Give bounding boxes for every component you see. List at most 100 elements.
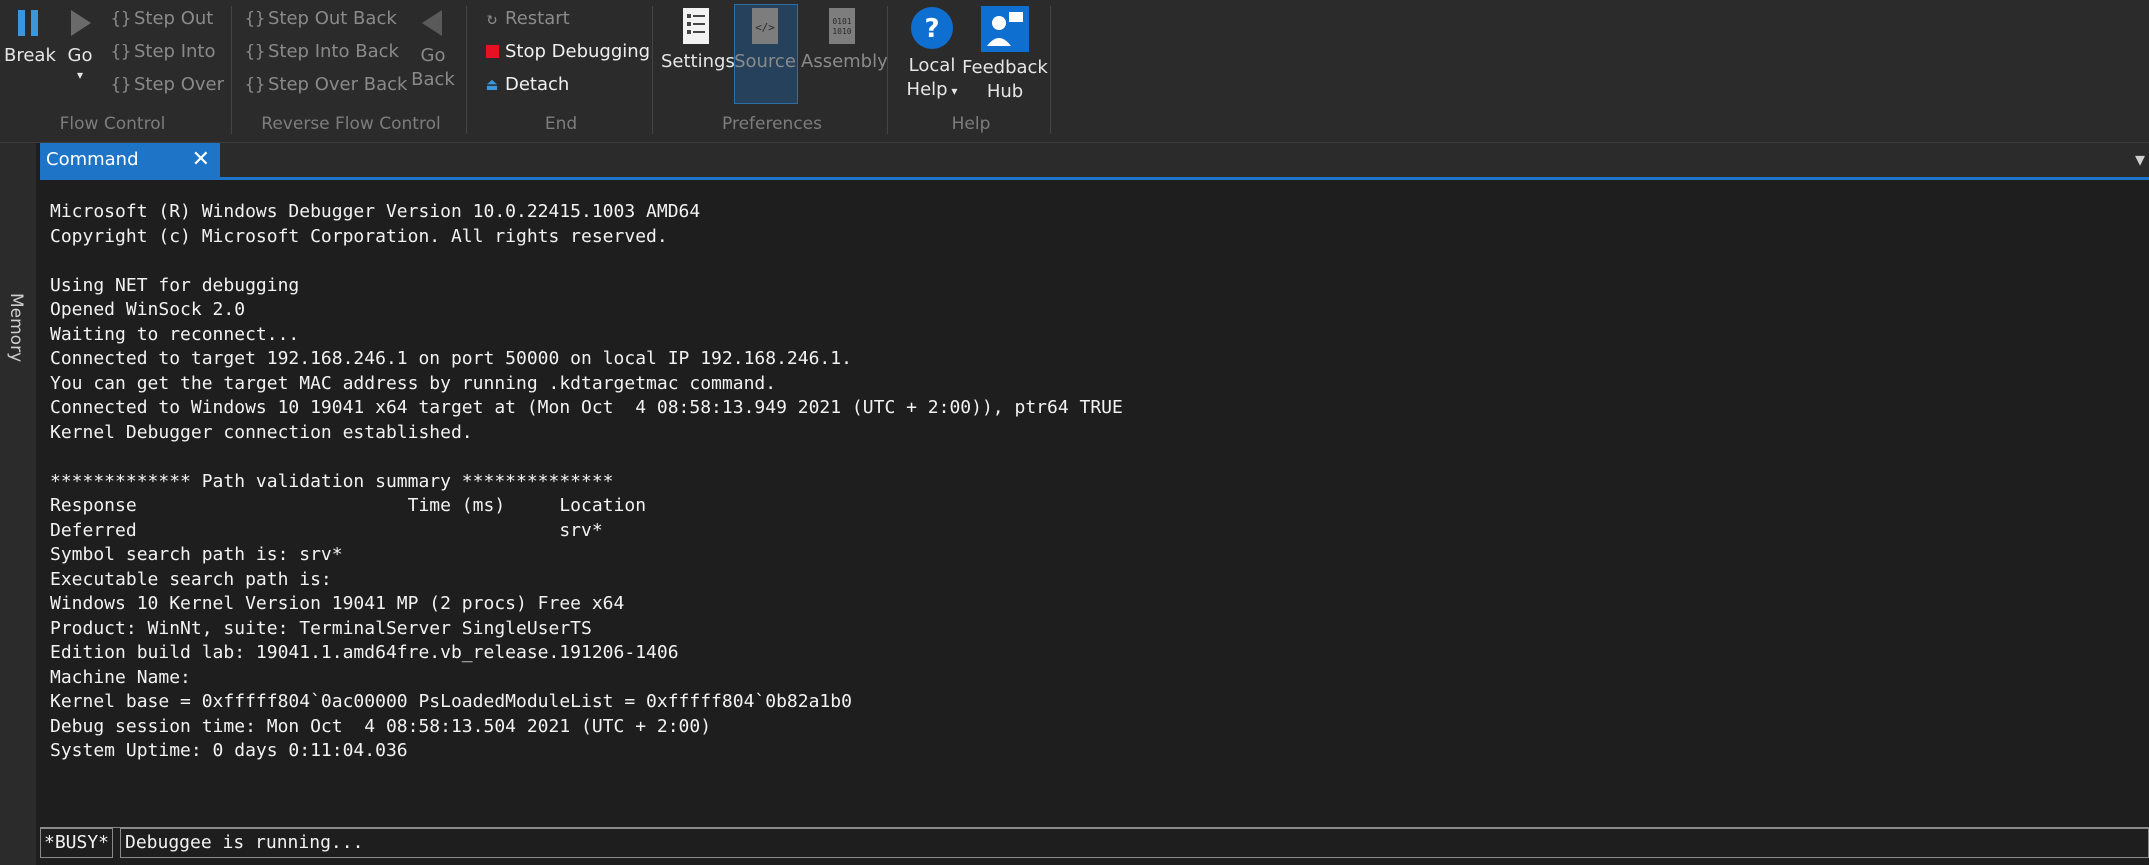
step-over-label: Step Over [134, 74, 224, 95]
step-out-button[interactable]: {} Step Out [108, 4, 214, 34]
reverse-flow-group: {} Step Out Back {} Step Into Back {} Step … [236, 0, 466, 142]
help-group: ? Local Help ▾ Feedback Hub Help [892, 0, 1050, 142]
output-line: ************* Path validation summary **… [50, 470, 614, 492]
step-out-icon: {} [110, 9, 132, 29]
preferences-label: Preferences [722, 114, 822, 134]
svg-text:1010: 1010 [832, 27, 851, 36]
output-line: Using NET for debugging [50, 274, 300, 296]
restart-icon: ↻ [486, 9, 498, 29]
restart-button[interactable]: ↻ Restart [479, 4, 570, 34]
group-divider [652, 6, 653, 134]
step-over-back-button[interactable]: {} Step Over Back [242, 70, 408, 100]
tab-command-label: Command [46, 149, 139, 170]
stop-debugging-button[interactable]: Stop Debugging [479, 37, 650, 67]
svg-text:0101: 0101 [832, 17, 851, 26]
output-line: System Uptime: 0 days 0:11:04.036 [50, 740, 408, 761]
output-line: Symbol search path is: srv* [50, 544, 343, 565]
output-line: Connected to Windows 10 19041 x64 target… [50, 397, 1123, 418]
break-label: Break [4, 45, 56, 66]
step-out-back-label: Step Out Back [268, 8, 397, 29]
output-line: Debug session time: Mon Oct 4 08:58:13.5… [50, 715, 712, 737]
output-line: Copyright (c) Microsoft Corporation. All… [50, 225, 668, 247]
output-line: Waiting to reconnect... [50, 323, 300, 345]
break-button[interactable]: Break [4, 6, 56, 68]
flow-control-label: Flow Control [59, 114, 166, 134]
svg-text:</>: </> [755, 21, 775, 34]
assembly-button[interactable]: 0101 1010 Assembly [801, 6, 888, 74]
group-divider [887, 6, 888, 134]
output-line: Kernel base = 0xfffff804`0ac00000 PsLoad… [50, 691, 852, 712]
assembly-binary-icon: 0101 1010 [829, 8, 855, 44]
stop-icon [479, 37, 505, 67]
group-divider [1050, 6, 1051, 134]
settings-list-icon [683, 8, 709, 44]
output-line: Response Time (ms) Location [50, 495, 647, 516]
step-out-label: Step Out [134, 8, 214, 29]
eject-icon: ⏏ [486, 75, 498, 95]
go-back-label-line2: Back [411, 69, 455, 90]
local-help-label-line2: Help [906, 79, 948, 100]
output-line: Edition build lab: 19041.1.amd64fre.vb_r… [50, 642, 679, 663]
step-into-back-label: Step Into Back [268, 41, 399, 62]
command-input[interactable]: Debuggee is running... [120, 828, 2149, 858]
help-group-label: Help [951, 114, 991, 134]
busy-indicator: *BUSY* [40, 828, 114, 858]
step-out-back-button[interactable]: {} Step Out Back [242, 4, 397, 34]
local-help-label-line1: Local [908, 55, 956, 76]
flow-control-group: Break Go ▾ {} Step Out {} Step Into {} Step… [0, 0, 225, 142]
pause-icon [18, 10, 38, 36]
output-line: Executable search path is: [50, 568, 343, 590]
output-line: Connected to target 192.168.246.1 on por… [50, 348, 852, 369]
go-back-label-line1: Go [420, 45, 446, 66]
go-button[interactable]: Go ▾ [62, 6, 98, 82]
output-line: Kernel Debugger connection established. [50, 421, 473, 443]
ribbon-toolbar: Break Go ▾ {} Step Out {} Step Into {} Step… [0, 0, 2149, 143]
group-divider [231, 6, 232, 134]
go-back-button[interactable]: Go Back [408, 6, 458, 92]
command-output: Microsoft (R) Windows Debugger Version 1… [50, 200, 2140, 820]
group-divider [466, 6, 467, 134]
output-line: Opened WinSock 2.0 [50, 299, 246, 320]
preferences-group: Settings </> Source 0101 1010 Assembly P… [657, 0, 888, 142]
chevron-down-icon: ▾ [76, 68, 84, 82]
output-line: Deferred srv* [50, 519, 603, 541]
step-over-button[interactable]: {} Step Over [108, 70, 224, 100]
assembly-label: Assembly [801, 51, 888, 72]
tab-command[interactable]: Command ✕ [40, 143, 220, 177]
document-tabbar: Command ✕ ▾ [40, 143, 2149, 180]
close-icon[interactable]: ✕ [192, 143, 210, 177]
detach-label: Detach [505, 74, 570, 95]
step-over-back-label: Step Over Back [268, 74, 408, 95]
source-code-icon: </> [752, 8, 778, 44]
feedback-label-line1: Feedback [962, 57, 1048, 78]
feedback-label-line2: Hub [986, 81, 1024, 102]
step-into-icon: {} [110, 42, 132, 62]
output-line: Machine Name: [50, 666, 191, 688]
reverse-flow-label: Reverse Flow Control [261, 114, 441, 134]
feedback-hub-icon [981, 6, 1029, 52]
reverse-play-icon [422, 10, 442, 36]
output-line: You can get the target MAC address by ru… [50, 372, 777, 394]
side-tab-memory-label: Memory [6, 293, 26, 363]
detach-button[interactable]: ⏏ Detach [479, 70, 569, 100]
help-question-icon: ? [911, 7, 953, 49]
source-label: Source [734, 51, 796, 72]
side-tab-memory[interactable]: Memory [0, 143, 36, 865]
stop-debugging-label: Stop Debugging [505, 41, 651, 62]
local-help-button[interactable]: ? Local Help ▾ [898, 6, 966, 103]
end-group: ↻ Restart Stop Debugging ⏏ Detach End [471, 0, 651, 142]
step-into-label: Step Into [134, 41, 216, 62]
svg-text:?: ? [924, 14, 939, 44]
step-into-back-icon: {} [244, 42, 266, 62]
step-into-button[interactable]: {} Step Into [108, 37, 216, 67]
step-into-back-button[interactable]: {} Step Into Back [242, 37, 399, 67]
settings-button[interactable]: Settings [661, 6, 735, 74]
feedback-hub-button[interactable]: Feedback Hub [962, 6, 1048, 104]
source-button[interactable]: </> Source [734, 6, 796, 74]
end-group-label: End [544, 114, 578, 134]
chevron-down-icon: ▾ [947, 84, 958, 98]
go-label: Go [67, 45, 93, 66]
tab-overflow-menu-icon[interactable]: ▾ [2135, 147, 2145, 171]
